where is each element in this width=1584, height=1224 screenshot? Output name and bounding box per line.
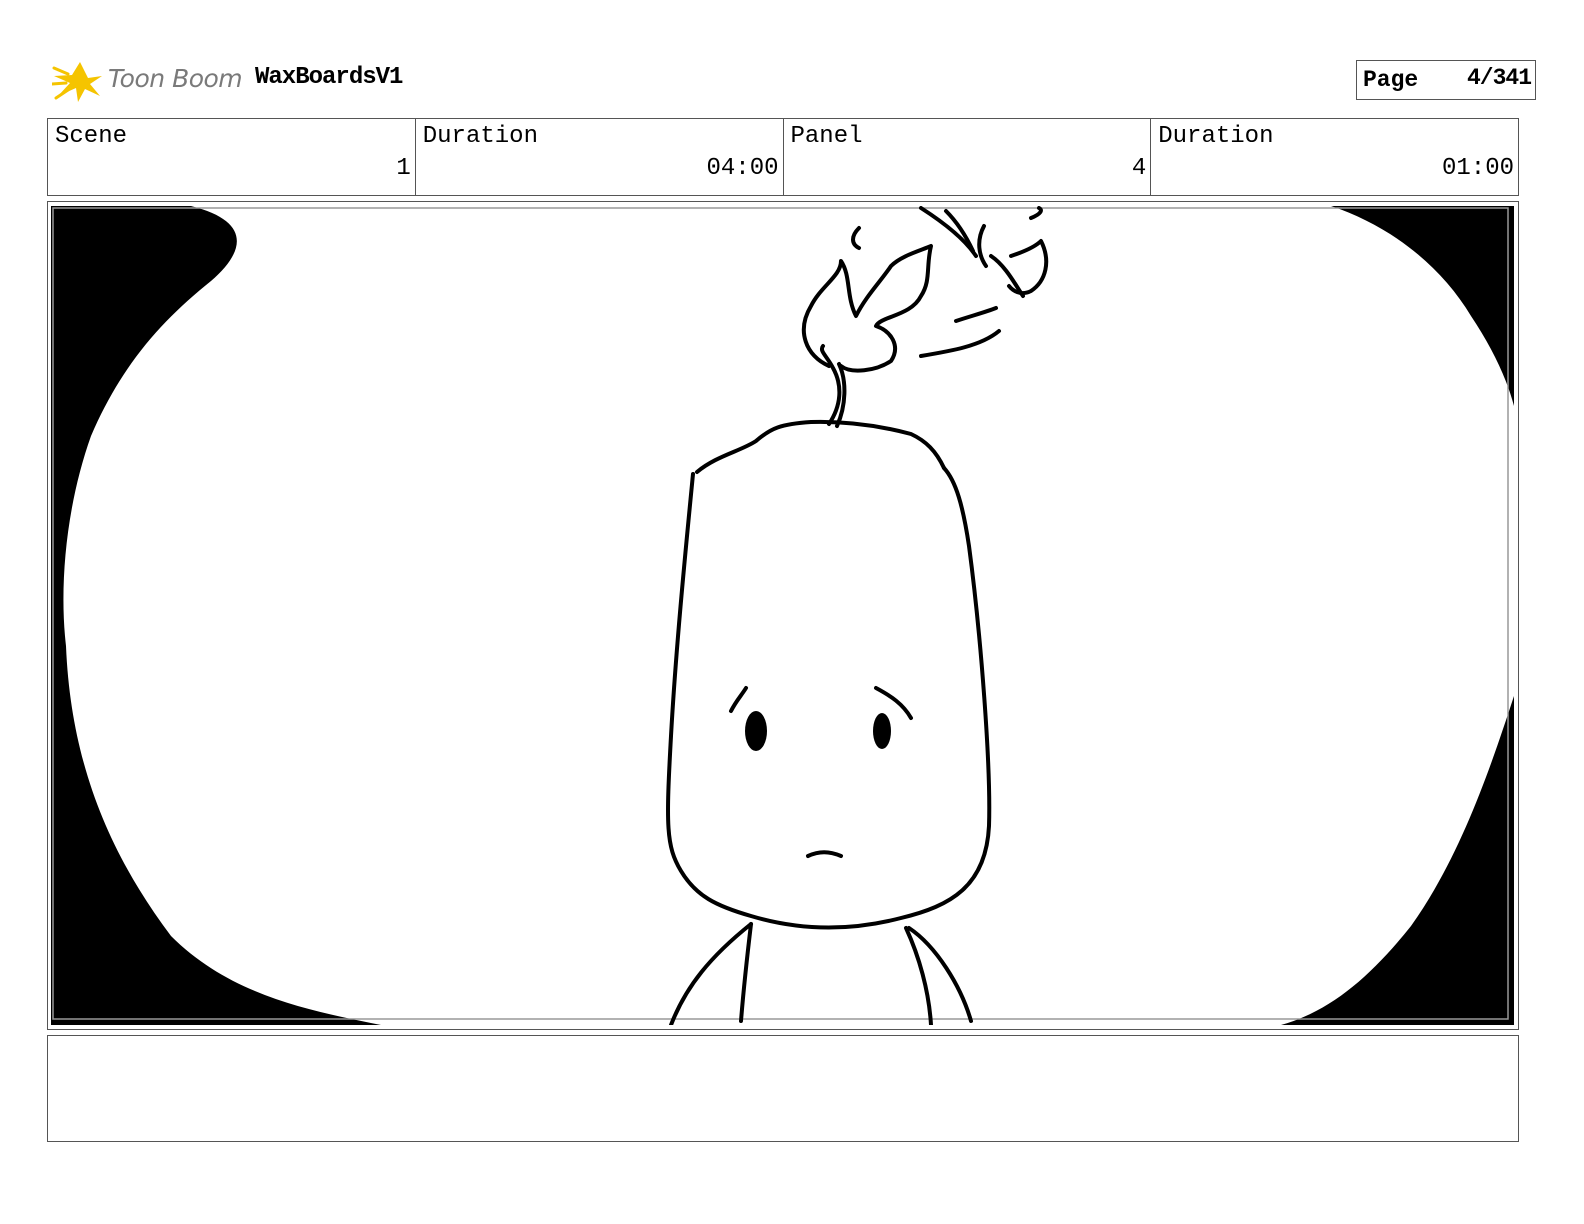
notes-box (47, 1035, 1519, 1142)
candle-character (666, 206, 1049, 1025)
panel-value: 4 (1131, 155, 1147, 182)
panel-info-table: Scene 1 Duration 04:00 Panel 4 Duration … (47, 118, 1519, 196)
header: Toon Boom WaxBoardsV1 Page 4/341 (48, 52, 1536, 108)
logo-text: Toon Boom (108, 64, 243, 93)
storyboard-panel (47, 201, 1519, 1030)
panel-label: Panel (790, 123, 863, 150)
vignette-bottom-right (1281, 696, 1514, 1025)
toon-boom-logo: Toon Boom (52, 56, 252, 104)
panel-duration-cell: Duration 01:00 (1151, 119, 1518, 195)
left-eye (745, 711, 767, 751)
project-title: WaxBoardsV1 (255, 64, 403, 91)
page-indicator: Page 4/341 (1356, 60, 1536, 100)
page-label: Page (1363, 67, 1419, 93)
scene-duration-label: Duration (422, 123, 538, 150)
panel-duration-value: 01:00 (1441, 155, 1514, 182)
vignette-top-right (1331, 206, 1514, 406)
scene-duration-cell: Duration 04:00 (416, 119, 784, 195)
vignette-top-left (51, 206, 381, 1025)
panel-cell: Panel 4 (784, 119, 1152, 195)
scene-value: 1 (396, 155, 411, 182)
toon-boom-star-icon (52, 62, 102, 102)
right-eye (873, 713, 891, 749)
page-value: 4/341 (1466, 65, 1532, 91)
scene-label: Scene (55, 123, 128, 150)
panel-drawing (51, 206, 1514, 1025)
panel-duration-label: Duration (1158, 123, 1274, 150)
scene-duration-value: 04:00 (706, 155, 779, 182)
scene-cell: Scene 1 (48, 119, 416, 195)
